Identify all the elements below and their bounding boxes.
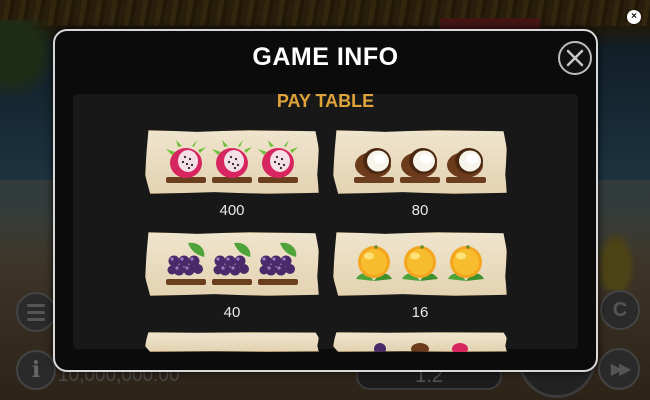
paytable-card-orange <box>333 232 507 296</box>
paytable-card-partial-left <box>145 332 319 352</box>
grapes-icon <box>166 242 206 285</box>
hut-roof <box>0 0 650 26</box>
mixed-fruit-icon <box>374 343 468 352</box>
close-icon <box>566 49 584 67</box>
paytable-card-coconut <box>333 130 507 194</box>
payout-orange: 16 <box>411 304 429 321</box>
orange-icon <box>448 245 484 281</box>
info-icon: i <box>31 357 41 383</box>
paytable-card-grapes <box>145 232 319 296</box>
fast-forward-icon: ▶▶ <box>610 361 632 378</box>
modal-close-button[interactable] <box>558 41 592 75</box>
top-close-button[interactable]: × <box>627 10 641 24</box>
coconut-icon <box>400 148 440 183</box>
coconut-icon <box>446 148 486 183</box>
autoplay-button[interactable]: C <box>600 290 640 330</box>
fast-forward-button[interactable]: ▶▶ <box>598 348 640 390</box>
close-icon: × <box>631 11 637 22</box>
modal-title: GAME INFO <box>252 43 399 71</box>
orange-icon <box>356 245 392 281</box>
payout-grapes: 40 <box>223 304 241 321</box>
payout-coconut: 80 <box>411 202 429 219</box>
paytable-title: PAY TABLE <box>276 91 375 111</box>
pineapple-decor <box>596 230 636 290</box>
menu-button[interactable] <box>16 292 56 332</box>
dragonfruit-icon <box>166 140 206 183</box>
orange-icon <box>402 245 438 281</box>
payout-dragonfruit: 400 <box>219 202 245 219</box>
paytable-card-partial-right <box>333 332 507 352</box>
info-button[interactable]: i <box>16 350 56 390</box>
palm-leaves <box>0 20 60 100</box>
game-info-modal: GAME INFO PAY TABLE 400 80 40 16 <box>53 29 598 372</box>
grapes-icon <box>212 242 252 285</box>
menu-icon <box>27 303 45 307</box>
dragonfruit-icon <box>212 140 252 183</box>
paytable-card-dragonfruit <box>145 130 319 194</box>
coconut-icon <box>354 148 394 183</box>
dragonfruit-icon <box>258 140 298 183</box>
autoplay-icon: C <box>612 298 628 321</box>
grapes-icon <box>258 242 298 285</box>
